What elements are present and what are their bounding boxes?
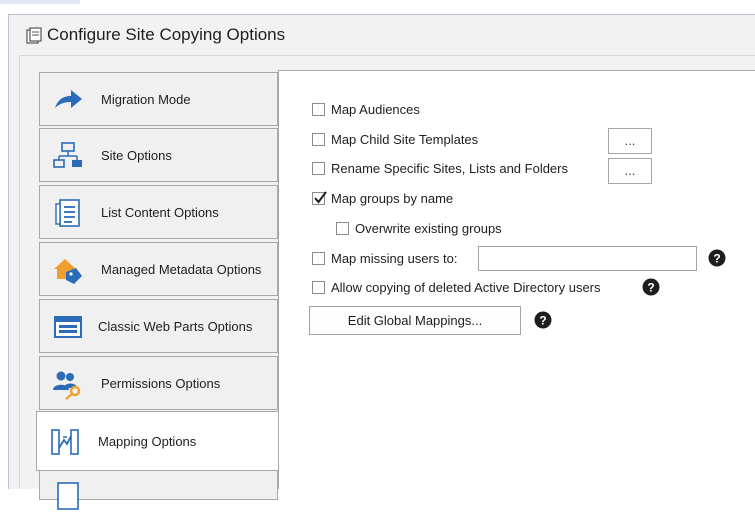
allow-deleted-ad-users-row[interactable]: Allow copying of deleted Active Director… [312, 277, 601, 297]
arrow-icon [55, 90, 82, 108]
map-groups-by-name-row[interactable]: Map groups by name [312, 188, 453, 208]
top-strip [0, 0, 755, 12]
overwrite-existing-groups-checkbox[interactable] [336, 221, 349, 235]
svg-text:?: ? [539, 314, 546, 328]
tab-managed-metadata-options[interactable]: Managed Metadata Options [39, 242, 278, 296]
tab-label: Site Options [101, 148, 172, 163]
tab-site-options[interactable]: Site Options [39, 128, 278, 182]
rename-specific-browse-button[interactable]: ... [608, 158, 652, 184]
tab-mapping-options[interactable]: Mapping Options [36, 411, 280, 471]
list-icon [55, 199, 80, 227]
title-bar: Configure Site Copying Options [9, 15, 755, 55]
copy-document-icon [26, 27, 42, 44]
overwrite-existing-groups-row[interactable]: Overwrite existing groups [336, 218, 502, 238]
rename-specific-checkbox[interactable] [312, 161, 325, 175]
allow-deleted-ad-users-checkbox[interactable] [312, 280, 325, 294]
tab-permissions-options[interactable]: Permissions Options [39, 356, 278, 410]
dialog-window: Configure Site Copying Options Migration… [8, 14, 755, 510]
map-audiences-row[interactable]: Map Audiences [312, 99, 420, 119]
tab-label: Managed Metadata Options [101, 262, 262, 277]
map-child-site-templates-checkbox[interactable] [312, 132, 325, 146]
rename-specific-row[interactable]: Rename Specific Sites, Lists and Folders [312, 158, 568, 178]
tab-label: Migration Mode [101, 92, 191, 107]
map-groups-by-name-label: Map groups by name [331, 190, 454, 206]
map-missing-users-row[interactable]: Map missing users to: [312, 248, 457, 268]
mapping-icon [51, 429, 79, 455]
allow-deleted-ad-users-label: Allow copying of deleted Active Director… [331, 279, 601, 295]
map-audiences-label: Map Audiences [331, 101, 420, 117]
map-groups-by-name-checkbox[interactable] [312, 190, 327, 205]
users-key-icon [53, 371, 81, 400]
tab-migration-mode[interactable]: Migration Mode [39, 72, 278, 126]
help-icon[interactable]: ? [534, 311, 552, 329]
tab-classic-web-parts-options[interactable]: Classic Web Parts Options [39, 299, 278, 353]
overwrite-existing-groups-label: Overwrite existing groups [355, 220, 502, 236]
map-missing-users-input[interactable] [478, 246, 697, 271]
map-missing-users-label: Map missing users to: [331, 250, 458, 266]
svg-text:?: ? [647, 281, 654, 295]
map-missing-users-checkbox[interactable] [312, 251, 325, 265]
sitemap-icon [53, 142, 82, 168]
webpart-icon [54, 316, 82, 338]
svg-text:?: ? [713, 252, 720, 266]
map-child-site-templates-label: Map Child Site Templates [331, 131, 479, 147]
edit-global-mappings-button[interactable]: Edit Global Mappings... [309, 306, 521, 335]
tab-label: Mapping Options [98, 434, 197, 449]
help-icon[interactable]: ? [708, 249, 726, 267]
rename-specific-label: Rename Specific Sites, Lists and Folders [331, 160, 568, 176]
mapping-options-panel: Map Audiences Map Child Site Templates .… [278, 70, 755, 489]
tab-next-partial[interactable] [39, 470, 278, 510]
tab-label: List Content Options [101, 205, 219, 220]
checkmark-icon [314, 190, 327, 204]
map-child-site-templates-browse-button[interactable]: ... [608, 128, 652, 154]
tag-house-icon [54, 259, 82, 284]
window-title: Configure Site Copying Options [47, 25, 286, 44]
tab-label: Permissions Options [101, 376, 221, 391]
tab-label: Classic Web Parts Options [98, 319, 253, 334]
document-icon [57, 482, 79, 510]
map-audiences-checkbox[interactable] [312, 102, 325, 116]
tab-list-content-options[interactable]: List Content Options [39, 185, 278, 239]
map-child-site-templates-row[interactable]: Map Child Site Templates [312, 129, 478, 149]
help-icon[interactable]: ? [642, 278, 660, 296]
